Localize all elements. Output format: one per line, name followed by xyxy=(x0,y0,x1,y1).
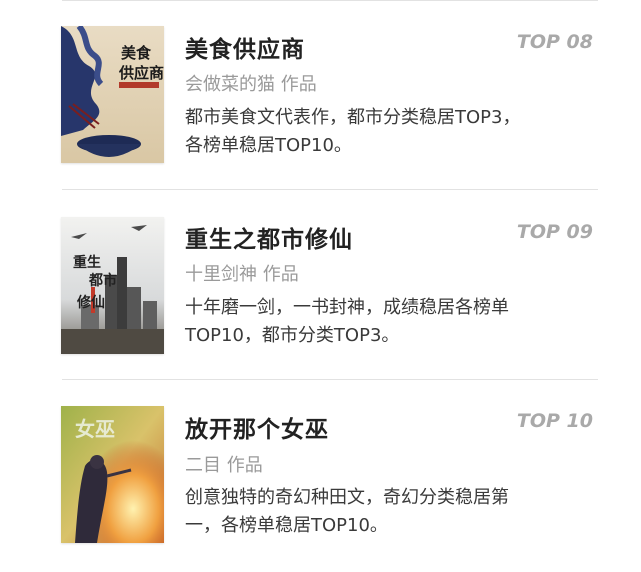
book-title[interactable]: 重生之都市修仙 xyxy=(185,220,353,254)
book-cover-3[interactable]: 女巫 xyxy=(61,406,164,543)
ranking-list: 美食 供应商 美食供应商 TOP 08 会做菜的猫 作品 都市美食文代表作，都市… xyxy=(0,0,641,572)
book-description: 十年磨一剑，一书封神，成绩稳居各榜单 TOP10，都市分类TOP3。 xyxy=(185,294,595,350)
svg-text:修仙: 修仙 xyxy=(76,294,105,311)
book-item-3[interactable]: 女巫 放开那个女巫 TOP 10 二目 作品 创意独特的奇幻种田文，奇幻分类稳居… xyxy=(0,380,641,570)
description-line: 各榜单稳居TOP10。 xyxy=(185,135,352,156)
description-line: 都市美食文代表作，都市分类稳居TOP3， xyxy=(185,107,521,128)
svg-text:供应商: 供应商 xyxy=(118,64,164,82)
svg-text:重生: 重生 xyxy=(73,254,101,271)
book-title[interactable]: 放开那个女巫 xyxy=(185,410,329,444)
rank-badge: TOP 08 xyxy=(516,31,593,53)
book-description: 创意独特的奇幻种田文，奇幻分类稳居第 一，各榜单稳居TOP10。 xyxy=(185,484,595,540)
book-item-2[interactable]: 重生 都市 修仙 重生之都市修仙 TOP 09 十里剑神 作品 十年磨一剑，一书… xyxy=(0,190,641,380)
description-line: TOP10，都市分类TOP3。 xyxy=(185,325,400,346)
rank-badge: TOP 09 xyxy=(516,221,593,243)
book-description: 都市美食文代表作，都市分类稳居TOP3， 各榜单稳居TOP10。 xyxy=(185,104,595,160)
description-line: 创意独特的奇幻种田文，奇幻分类稳居第 xyxy=(185,487,509,508)
book-author[interactable]: 会做菜的猫 作品 xyxy=(185,70,317,96)
book-cover-image-2: 重生 都市 修仙 xyxy=(61,217,164,354)
book-cover-1[interactable]: 美食 供应商 xyxy=(61,26,164,163)
svg-text:都市: 都市 xyxy=(88,272,117,289)
description-line: 十年磨一剑，一书封神，成绩稳居各榜单 xyxy=(185,297,509,318)
book-title[interactable]: 美食供应商 xyxy=(185,30,305,64)
book-cover-image-1: 美食 供应商 xyxy=(61,26,164,163)
svg-text:女巫: 女巫 xyxy=(75,417,115,441)
book-cover-2[interactable]: 重生 都市 修仙 xyxy=(61,217,164,354)
rank-badge: TOP 10 xyxy=(516,410,593,432)
book-cover-image-3: 女巫 xyxy=(61,406,164,543)
book-author[interactable]: 十里剑神 作品 xyxy=(185,260,299,286)
book-item-1[interactable]: 美食 供应商 美食供应商 TOP 08 会做菜的猫 作品 都市美食文代表作，都市… xyxy=(0,0,641,190)
description-line: 一，各榜单稳居TOP10。 xyxy=(185,515,388,536)
book-author[interactable]: 二目 作品 xyxy=(185,451,263,477)
svg-text:美食: 美食 xyxy=(121,44,152,62)
